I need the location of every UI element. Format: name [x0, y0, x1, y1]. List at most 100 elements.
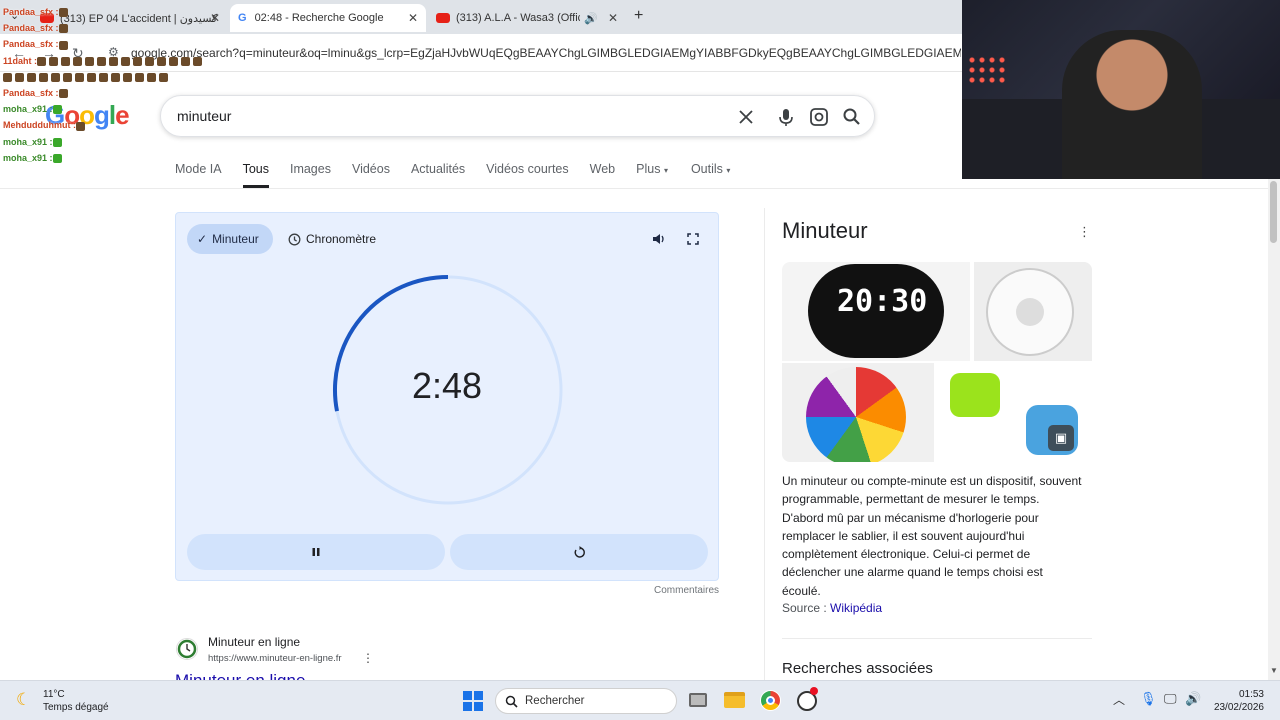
tab-plus[interactable]: Plus ▾ [636, 162, 668, 188]
new-tab-button[interactable]: + [634, 7, 643, 25]
more-options-icon[interactable]: ⋮ [1078, 224, 1091, 240]
sound-icon[interactable] [652, 232, 666, 246]
chat-emote-icon [111, 72, 120, 82]
result-url[interactable]: https://www.minuteur-en-ligne.fr [208, 653, 342, 664]
weather-temperature[interactable]: 11°C [43, 689, 65, 700]
file-explorer-icon[interactable] [724, 692, 745, 708]
divider [782, 638, 1092, 639]
image-search-icon[interactable]: ▣ [1048, 425, 1074, 451]
clock-date[interactable]: 23/02/2026 [1204, 702, 1264, 713]
kitchen-timers-image[interactable]: ▣ [936, 363, 1092, 462]
tab-actualites[interactable]: Actualités [411, 162, 465, 188]
tab-images[interactable]: Images [290, 162, 331, 188]
tab-web[interactable]: Web [590, 162, 615, 188]
scroll-down-icon[interactable]: ▼ [1270, 666, 1278, 675]
chat-emote-icon [58, 24, 68, 34]
chat-emote-icon [37, 56, 47, 66]
chat-emote-icon [3, 72, 12, 82]
close-icon[interactable]: ✕ [408, 11, 418, 25]
chat-emote-icon [39, 72, 48, 82]
chat-username: Mehdudduhmut : [3, 120, 76, 131]
minuteur-mode-button[interactable]: ✓ Minuteur [187, 224, 273, 254]
chat-emote-icon [15, 72, 24, 82]
weather-moon-icon[interactable]: ☾ [16, 690, 31, 710]
search-input[interactable]: minuteur [177, 108, 231, 124]
page-scrollbar[interactable]: ▼ [1268, 179, 1280, 680]
chat-message: Pandaa_sfx : [3, 85, 163, 101]
microphone-icon[interactable]: 🎙 [1140, 691, 1157, 707]
minuteur-label: Minuteur [212, 232, 259, 246]
chat-message: moha_x91 : [3, 134, 163, 150]
pause-button[interactable] [187, 534, 445, 570]
pause-icon [312, 548, 320, 556]
chat-emote-icon [52, 137, 62, 147]
chat-message: Pandaa_sfx : [3, 4, 163, 20]
related-searches-heading: Recherches associées [782, 660, 933, 677]
chronometre-mode-button[interactable]: Chronomètre [288, 224, 376, 254]
timer-display: 2:48 [411, 365, 483, 406]
url-field[interactable]: google.com/search?q=minuteur&oq=lminu&gs… [131, 46, 961, 60]
search-box[interactable]: minuteur [160, 95, 875, 137]
tab-tous[interactable]: Tous [242, 162, 269, 188]
chat-emote-icon [109, 56, 119, 66]
chevron-up-icon[interactable]: ︿ [1113, 691, 1125, 708]
chat-emote-icon [75, 121, 85, 131]
result-site-name[interactable]: Minuteur en ligne [208, 635, 300, 649]
taskbar-search-box[interactable]: Rechercher [495, 688, 677, 714]
tab-outils[interactable]: Outils ▾ [691, 162, 730, 188]
fullscreen-icon[interactable] [687, 233, 699, 245]
tab-youtube-music[interactable]: (313) A.L.A - Wasa3 (Officia 🔊 ✕ [428, 4, 626, 32]
chat-emote-icon [58, 40, 68, 50]
stream-chat-overlay: Pandaa_sfx : Pandaa_sfx : Pandaa_sfx : 11da… [3, 4, 203, 166]
chat-emote-icon [27, 72, 36, 82]
chat-username: moha_x91 : [3, 136, 53, 147]
clear-icon[interactable] [735, 106, 757, 128]
tab-mode-ia[interactable]: Mode IA [175, 162, 222, 188]
clock-time[interactable]: 01:53 [1228, 689, 1264, 700]
lens-icon[interactable] [808, 106, 830, 128]
divider [0, 188, 1268, 189]
chat-message: Pandaa_sfx : [3, 36, 163, 52]
chat-emote-icon [133, 56, 143, 66]
chat-emote-icon [87, 72, 96, 82]
knowledge-panel-title: Minuteur [782, 218, 868, 243]
microphone-icon[interactable] [775, 106, 797, 128]
divider [764, 208, 765, 680]
tab-videos-courtes[interactable]: Vidéos courtes [486, 162, 568, 188]
chat-emote-icon [169, 56, 179, 66]
feedback-link[interactable]: Commentaires [654, 585, 719, 596]
chat-emote-icon [85, 56, 95, 66]
knowledge-panel-images[interactable]: 20:30 ▣ [782, 262, 1092, 462]
app-icon[interactable] [797, 687, 818, 711]
speaker-icon[interactable]: 🔊 [584, 12, 598, 25]
display-icon[interactable]: 🖵 [1164, 691, 1177, 707]
chat-emote-icon [51, 72, 60, 82]
rainbow-timer-image[interactable] [782, 363, 934, 462]
chat-message: 11daht : [3, 53, 203, 69]
chronometre-label: Chronomètre [306, 232, 377, 246]
source-label: Source : [782, 601, 831, 615]
chat-emote-icon [52, 105, 62, 115]
task-view-icon[interactable] [689, 693, 707, 707]
tab-videos[interactable]: Vidéos [352, 162, 390, 188]
volume-icon[interactable]: 🔊 [1185, 691, 1201, 707]
chat-emote-icon [75, 72, 84, 82]
more-options-icon[interactable]: ⋮ [362, 651, 374, 665]
chat-username: moha_x91 : [3, 152, 53, 163]
chrome-icon[interactable] [760, 690, 781, 711]
weather-description[interactable]: Temps dégagé [43, 702, 109, 713]
close-icon[interactable]: ✕ [608, 11, 618, 25]
site-favicon-icon [176, 638, 198, 660]
search-tabs: Mode IA Tous Images Vidéos Actualités Vi… [175, 162, 751, 188]
close-icon[interactable]: ✕ [210, 11, 220, 25]
scrollbar-thumb[interactable] [1270, 181, 1277, 243]
windows-start-icon[interactable] [463, 691, 483, 711]
digital-timer-image[interactable]: 20:30 [782, 262, 970, 361]
mechanical-timer-image[interactable] [974, 262, 1092, 361]
christmas-lights [967, 55, 1007, 85]
tab-google-search[interactable]: G 02:48 - Recherche Google ✕ [230, 4, 426, 32]
chat-message [3, 69, 168, 85]
wikipedia-link[interactable]: Wikipédia [830, 601, 882, 615]
reset-button[interactable] [450, 534, 708, 570]
search-icon[interactable] [841, 106, 863, 128]
